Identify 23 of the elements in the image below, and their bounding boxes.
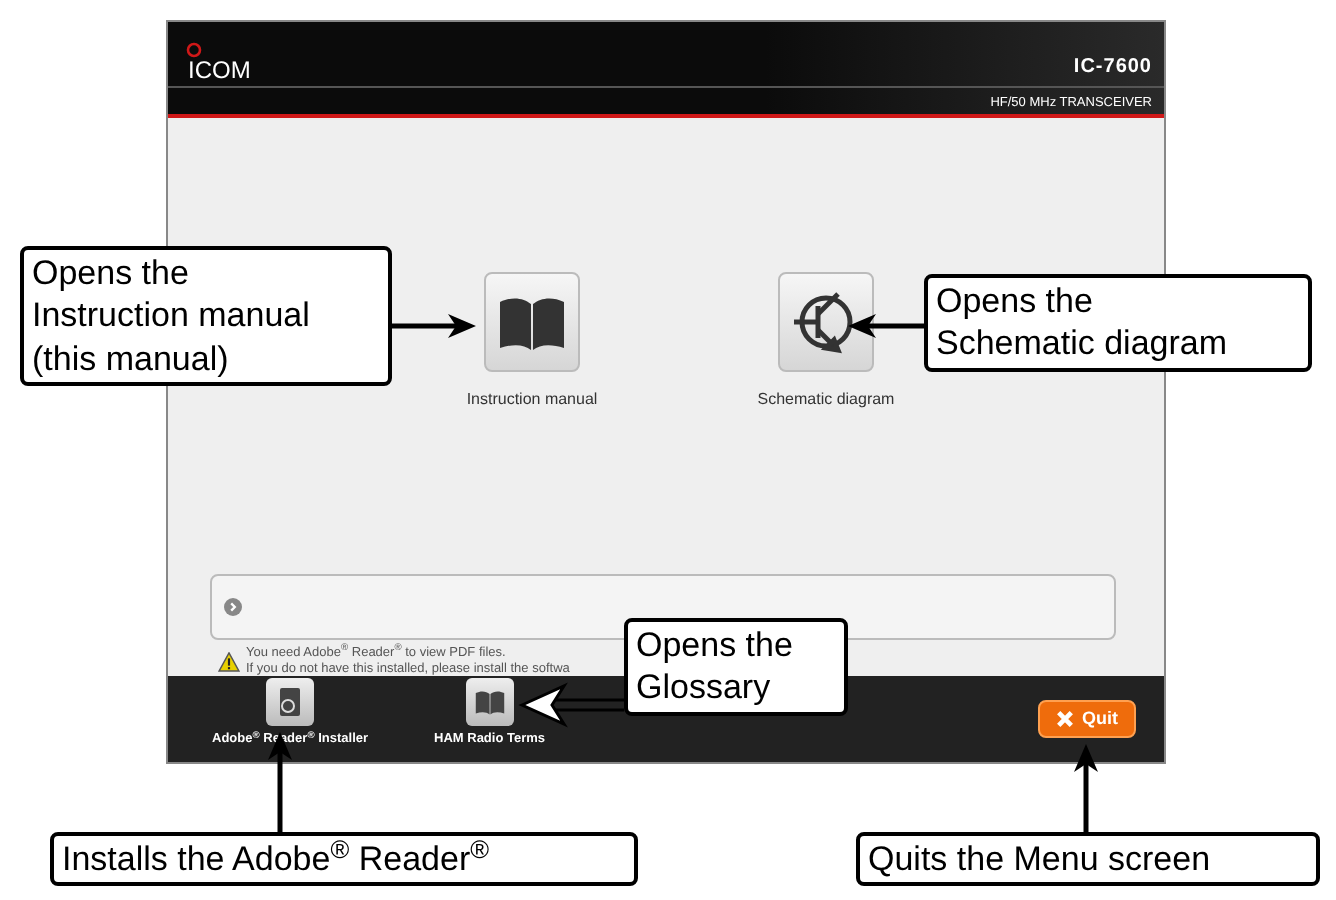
- footer-button[interactable]: [266, 678, 314, 727]
- callout-box: Quits the Menu screen: [856, 832, 1320, 887]
- warning-icon: [218, 651, 240, 672]
- arrow-icon: [224, 597, 242, 616]
- close-icon: [1056, 709, 1074, 728]
- leader-arrow: [518, 682, 624, 728]
- callout-box: Installs the Adobe$^{®}$ Reader$^{®}$: [50, 832, 638, 887]
- button-label: Schematic diagram: [757, 387, 895, 412]
- callout-box: Opens the Glossary: [624, 618, 848, 715]
- leader-arrow: [392, 314, 476, 338]
- callout-box: Opens the Schematic diagram: [924, 274, 1312, 371]
- footer-button[interactable]: [465, 678, 514, 727]
- logo: ICOM: [188, 42, 251, 82]
- book-icon: [473, 686, 506, 719]
- leader-arrow: [848, 314, 924, 338]
- callout-box: Opens the Instruction manual (this manual): [20, 246, 392, 386]
- launch-button[interactable]: [484, 271, 580, 372]
- leader-arrow: [1074, 744, 1098, 832]
- launch-button[interactable]: [778, 271, 874, 372]
- model-name: IC-7600: [1073, 54, 1152, 82]
- quit-button[interactable]: Quit: [1038, 699, 1136, 738]
- button-label: Instruction manual: [466, 387, 598, 412]
- installer-icon: [274, 686, 306, 719]
